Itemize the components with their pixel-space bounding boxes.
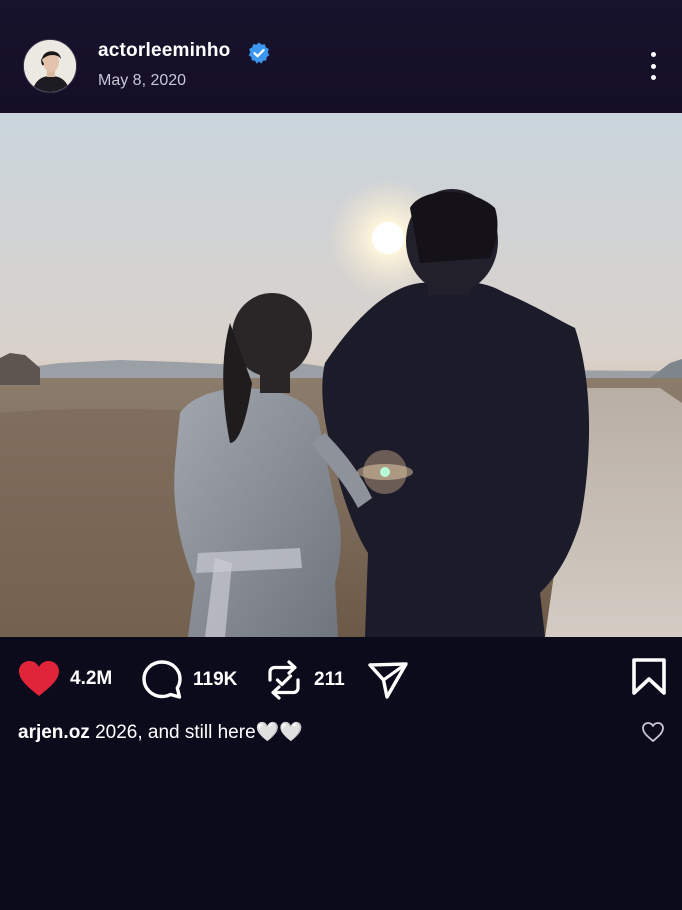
caption-text: 2026, and still here🤍🤍 [89, 722, 303, 743]
post-actions-bar: 4.2M 119K 211 [0, 640, 682, 720]
comment-button[interactable]: 119K [141, 659, 237, 701]
post-date: May 8, 2020 [98, 72, 187, 89]
post-header: actorleeminho May 8, 2020 [0, 0, 682, 113]
bookmark-icon [632, 658, 666, 695]
like-button[interactable]: 4.2M [18, 660, 112, 698]
repost-count: 211 [314, 669, 345, 690]
verified-badge-icon [248, 42, 270, 64]
comment-bubble-icon [142, 660, 182, 699]
comment-count: 119K [193, 669, 238, 690]
more-options-icon[interactable] [640, 50, 666, 82]
caption-like-button[interactable] [641, 721, 665, 743]
post-username[interactable]: actorleeminho [98, 40, 230, 62]
caption-username[interactable]: arjen.oz [18, 722, 90, 743]
like-count: 4.2M [70, 668, 113, 689]
heart-filled-icon [19, 661, 59, 696]
avatar[interactable] [23, 39, 77, 93]
repost-icon [268, 660, 300, 700]
send-icon [368, 662, 408, 699]
post-image[interactable] [0, 113, 682, 637]
bookmark-button[interactable] [631, 657, 667, 697]
repost-button[interactable]: 211 [264, 659, 345, 701]
caption: arjen.oz 2026, and still here🤍🤍 [18, 720, 303, 744]
share-button[interactable] [367, 659, 409, 701]
